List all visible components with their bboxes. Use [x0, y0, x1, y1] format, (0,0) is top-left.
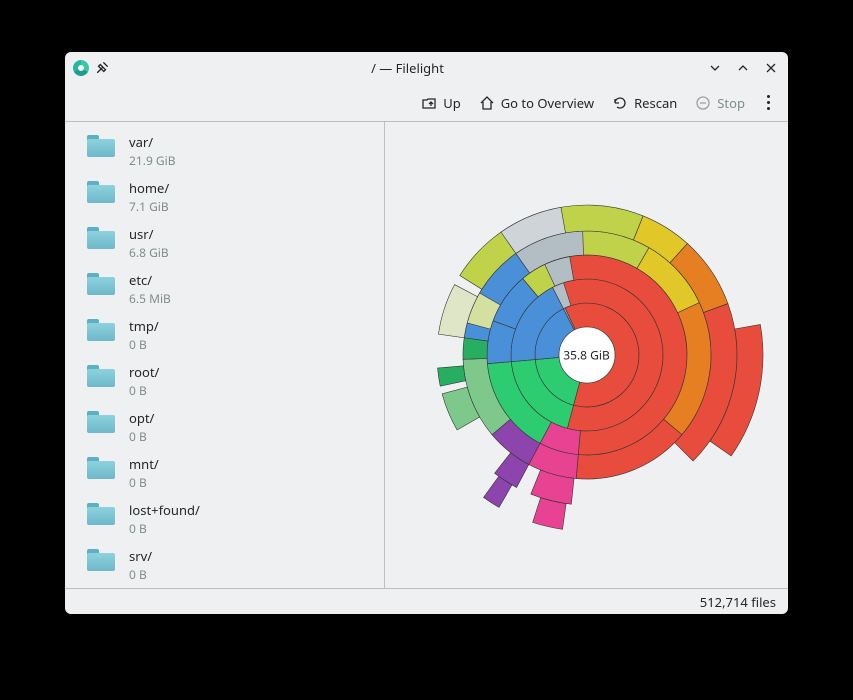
folder-name: home/: [129, 179, 169, 197]
pin-icon[interactable]: [95, 61, 109, 75]
folder-icon: [87, 135, 115, 157]
folder-icon: [87, 549, 115, 571]
folder-row[interactable]: root/0 B: [65, 358, 384, 404]
rescan-button[interactable]: Rescan: [612, 94, 677, 112]
folder-icon: [87, 319, 115, 341]
folder-size: 0 B: [129, 566, 152, 583]
home-icon: [479, 95, 495, 111]
folder-name: etc/: [129, 271, 171, 289]
folder-row[interactable]: srv/0 B: [65, 542, 384, 588]
folder-name: tmp/: [129, 317, 159, 335]
folder-row[interactable]: usr/6.8 GiB: [65, 220, 384, 266]
app-window: / — Filelight Up Go to Overview Rescan: [65, 52, 788, 614]
chart-area[interactable]: 35.8 GiB: [385, 122, 788, 588]
folder-icon: [87, 227, 115, 249]
folder-name: var/: [129, 133, 176, 151]
folder-size: 0 B: [129, 382, 159, 399]
stop-button[interactable]: Stop: [695, 94, 745, 112]
folder-size: 0 B: [129, 520, 200, 537]
overview-label: Go to Overview: [501, 94, 594, 112]
rescan-label: Rescan: [634, 94, 677, 112]
folder-size: 0 B: [129, 336, 159, 353]
folder-icon: [87, 411, 115, 433]
stop-label: Stop: [717, 94, 745, 112]
refresh-icon: [612, 95, 628, 111]
maximize-button[interactable]: [734, 59, 752, 77]
window-title: / — Filelight: [109, 59, 706, 77]
stop-icon: [695, 95, 711, 111]
titlebar: / — Filelight: [65, 52, 788, 84]
up-button[interactable]: Up: [421, 94, 461, 112]
app-icon: [73, 60, 89, 76]
folder-up-icon: [421, 95, 437, 111]
menu-button[interactable]: [763, 95, 774, 110]
folder-row[interactable]: home/7.1 GiB: [65, 174, 384, 220]
folder-size: 21.9 GiB: [129, 152, 176, 169]
folder-row[interactable]: tmp/0 B: [65, 312, 384, 358]
close-button[interactable]: [762, 59, 780, 77]
sunburst-chart[interactable]: 35.8 GiB: [407, 175, 767, 535]
minimize-button[interactable]: [706, 59, 724, 77]
folder-size: 0 B: [129, 428, 154, 445]
folder-row[interactable]: etc/6.5 MiB: [65, 266, 384, 312]
folder-icon: [87, 181, 115, 203]
center-total-label: 35.8 GiB: [563, 347, 610, 364]
folder-name: mnt/: [129, 455, 159, 473]
folder-row[interactable]: opt/0 B: [65, 404, 384, 450]
folder-icon: [87, 457, 115, 479]
statusbar: 512,714 files: [65, 588, 788, 614]
folder-name: root/: [129, 363, 159, 381]
folder-icon: [87, 273, 115, 295]
folder-size: 6.8 GiB: [129, 244, 169, 261]
folder-name: srv/: [129, 547, 152, 565]
folder-list[interactable]: var/21.9 GiBhome/7.1 GiBusr/6.8 GiBetc/6…: [65, 122, 385, 588]
up-label: Up: [443, 94, 461, 112]
folder-row[interactable]: var/21.9 GiB: [65, 128, 384, 174]
file-count: 512,714 files: [700, 593, 776, 611]
folder-icon: [87, 503, 115, 525]
folder-size: 0 B: [129, 474, 159, 491]
folder-row[interactable]: mnt/0 B: [65, 450, 384, 496]
folder-icon: [87, 365, 115, 387]
folder-name: lost+found/: [129, 501, 200, 519]
content-area: var/21.9 GiBhome/7.1 GiBusr/6.8 GiBetc/6…: [65, 122, 788, 588]
folder-size: 7.1 GiB: [129, 198, 169, 215]
overview-button[interactable]: Go to Overview: [479, 94, 594, 112]
folder-row[interactable]: lost+found/0 B: [65, 496, 384, 542]
toolbar: Up Go to Overview Rescan Stop: [65, 84, 788, 122]
folder-name: opt/: [129, 409, 154, 427]
folder-name: usr/: [129, 225, 169, 243]
folder-size: 6.5 MiB: [129, 290, 171, 307]
